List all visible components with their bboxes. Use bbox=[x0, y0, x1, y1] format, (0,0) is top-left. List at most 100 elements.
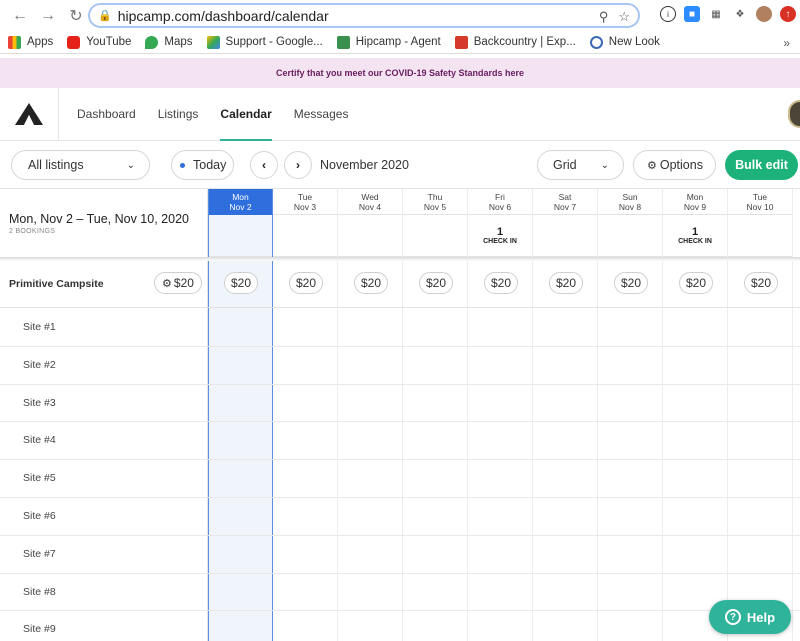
help-button[interactable]: ? Help bbox=[709, 600, 791, 634]
bookmark-support[interactable]: Support - Google... bbox=[206, 35, 323, 49]
mountain-icon bbox=[454, 35, 468, 49]
site-label: Site #2 bbox=[23, 358, 56, 371]
bulk-edit-button[interactable]: Bulk edit bbox=[725, 150, 798, 180]
checkin-cell[interactable] bbox=[273, 215, 337, 257]
campsite-price: $20 bbox=[173, 276, 194, 290]
day-of-week: Mon bbox=[232, 191, 249, 202]
bookmark-apps[interactable]: Apps bbox=[8, 35, 53, 49]
bookmark-backcountry[interactable]: Backcountry | Exp... bbox=[454, 35, 576, 49]
user-avatar[interactable] bbox=[788, 100, 800, 128]
day-price-pill[interactable]: $20 bbox=[614, 272, 648, 294]
grid-extension-icon[interactable]: ▦ bbox=[708, 6, 724, 22]
campsite-price-settings[interactable]: ⚙ $20 bbox=[154, 272, 202, 294]
day-price-pill[interactable]: $20 bbox=[744, 272, 778, 294]
bookings-count: 2 BOOKINGS bbox=[9, 228, 56, 235]
profile-avatar-icon[interactable] bbox=[756, 6, 772, 22]
nav-dashboard[interactable]: Dashboard bbox=[77, 88, 136, 141]
day-header: Mon Nov 9 bbox=[663, 189, 727, 215]
day-date: Nov 3 bbox=[293, 201, 317, 212]
checkin-label: CHECK IN bbox=[483, 238, 517, 245]
view-dropdown[interactable]: Grid ⌄ bbox=[537, 150, 624, 180]
day-price-pill[interactable]: $20 bbox=[289, 272, 323, 294]
day-header: Fri Nov 6 bbox=[468, 189, 532, 215]
bookmark-new-look[interactable]: New Look bbox=[589, 35, 660, 49]
update-icon[interactable]: ↑ bbox=[780, 6, 796, 22]
checkin-cell[interactable]: 1 CHECK IN bbox=[468, 215, 532, 257]
day-price-pill[interactable]: $20 bbox=[419, 272, 453, 294]
nav-calendar[interactable]: Calendar bbox=[220, 88, 273, 141]
options-button[interactable]: ⚙ Options bbox=[633, 150, 716, 180]
price-row: ⚙ $20 $20 $20 $20 $20 $20 $20 $20 $20 $20 bbox=[0, 261, 800, 308]
day-price-pill[interactable]: $20 bbox=[224, 272, 258, 294]
site-label: Site #8 bbox=[23, 585, 56, 598]
site-label: Site #9 bbox=[23, 623, 56, 636]
hipcamp-logo[interactable] bbox=[0, 87, 59, 141]
day-price-pill[interactable]: $20 bbox=[679, 272, 713, 294]
info-extension-icon[interactable]: i bbox=[660, 6, 676, 22]
site-label: Site #7 bbox=[23, 547, 56, 560]
bookmark-youtube[interactable]: YouTube bbox=[67, 35, 132, 49]
day-of-week: Mon bbox=[686, 191, 704, 202]
help-label: Help bbox=[746, 609, 776, 625]
checkin-cell[interactable] bbox=[598, 215, 662, 257]
day-price-pill[interactable]: $20 bbox=[484, 272, 518, 294]
bookmark-label: Maps bbox=[164, 36, 193, 48]
url-text: hipcamp.com/dashboard/calendar bbox=[117, 7, 329, 24]
banner-text: Certify that you meet our COVID-19 Safet… bbox=[275, 68, 525, 78]
calendar-toolbar: All listings ⌄ Today ‹ › November 2020 G… bbox=[0, 141, 800, 189]
checkin-cell[interactable] bbox=[728, 215, 792, 257]
chevron-down-icon: ⌄ bbox=[126, 159, 135, 171]
site-row-divider bbox=[0, 572, 800, 574]
site-label: Site #6 bbox=[23, 510, 56, 522]
site-label: Site #4 bbox=[23, 434, 56, 447]
checkin-cell[interactable] bbox=[403, 215, 467, 257]
maps-pin-icon bbox=[145, 35, 159, 49]
day-date: Nov 4 bbox=[358, 201, 382, 212]
day-date: Nov 9 bbox=[683, 201, 707, 212]
puzzle-extensions-icon[interactable]: ❖ bbox=[732, 6, 748, 22]
checkin-cell[interactable] bbox=[338, 215, 402, 257]
forward-arrow-icon[interactable]: → bbox=[38, 6, 58, 26]
day-date: Nov 2 bbox=[229, 201, 252, 212]
day-header: Mon Nov 2 bbox=[209, 189, 272, 215]
nav-messages[interactable]: Messages bbox=[294, 88, 349, 141]
listings-dropdown[interactable]: All listings ⌄ bbox=[11, 150, 150, 180]
zoom-icon[interactable]: ⚲ bbox=[599, 9, 609, 25]
nav-listings[interactable]: Listings bbox=[158, 88, 199, 141]
bookmark-label: New Look bbox=[608, 36, 660, 48]
bookmark-label: YouTube bbox=[86, 36, 132, 48]
site-label: Site #1 bbox=[23, 321, 56, 333]
checkin-cell[interactable]: 1 CHECK IN bbox=[663, 215, 727, 257]
day-of-week: Tue bbox=[297, 191, 313, 202]
reload-icon[interactable]: ↻ bbox=[66, 6, 86, 26]
bookmarks-more-icon[interactable]: » bbox=[783, 36, 790, 50]
zoom-extension-icon[interactable]: ■ bbox=[684, 6, 700, 22]
checkin-cell[interactable] bbox=[209, 215, 272, 257]
today-button[interactable]: Today bbox=[171, 150, 234, 180]
today-label: Today bbox=[193, 158, 227, 172]
covid-banner[interactable]: Certify that you meet our COVID-19 Safet… bbox=[0, 58, 800, 88]
star-bookmark-icon[interactable]: ☆ bbox=[618, 9, 630, 25]
bulk-edit-label: Bulk edit bbox=[735, 158, 788, 172]
bookmark-maps[interactable]: Maps bbox=[145, 35, 193, 49]
day-date: Nov 8 bbox=[618, 201, 642, 212]
site-row-divider bbox=[0, 459, 800, 461]
day-of-week: Fri bbox=[495, 191, 505, 202]
next-week-button[interactable]: › bbox=[284, 151, 312, 179]
ticket-icon bbox=[336, 35, 350, 49]
hipcamp-logo-icon bbox=[15, 103, 43, 125]
checkin-cell[interactable] bbox=[533, 215, 597, 257]
calendar-grid: Mon, Nov 2 – Tue, Nov 10, 2020 2 BOOKING… bbox=[0, 188, 800, 641]
bookmarks-bar: Apps YouTube Maps Support - Google... Hi… bbox=[0, 31, 800, 54]
view-dropdown-label: Grid bbox=[553, 158, 577, 172]
site-row-divider bbox=[0, 497, 800, 498]
address-bar[interactable]: 🔒 hipcamp.com/dashboard/calendar ⚲ ☆ bbox=[88, 3, 640, 28]
bookmark-hipcamp-agent[interactable]: Hipcamp - Agent bbox=[336, 35, 441, 49]
day-price-pill[interactable]: $20 bbox=[354, 272, 388, 294]
main-nav: Dashboard Listings Calendar Messages bbox=[0, 87, 800, 141]
day-price-pill[interactable]: $20 bbox=[549, 272, 583, 294]
today-dot-icon bbox=[180, 162, 185, 168]
back-arrow-icon[interactable]: ← bbox=[10, 6, 30, 26]
day-of-week: Tue bbox=[752, 191, 768, 202]
prev-week-button[interactable]: ‹ bbox=[250, 151, 278, 179]
